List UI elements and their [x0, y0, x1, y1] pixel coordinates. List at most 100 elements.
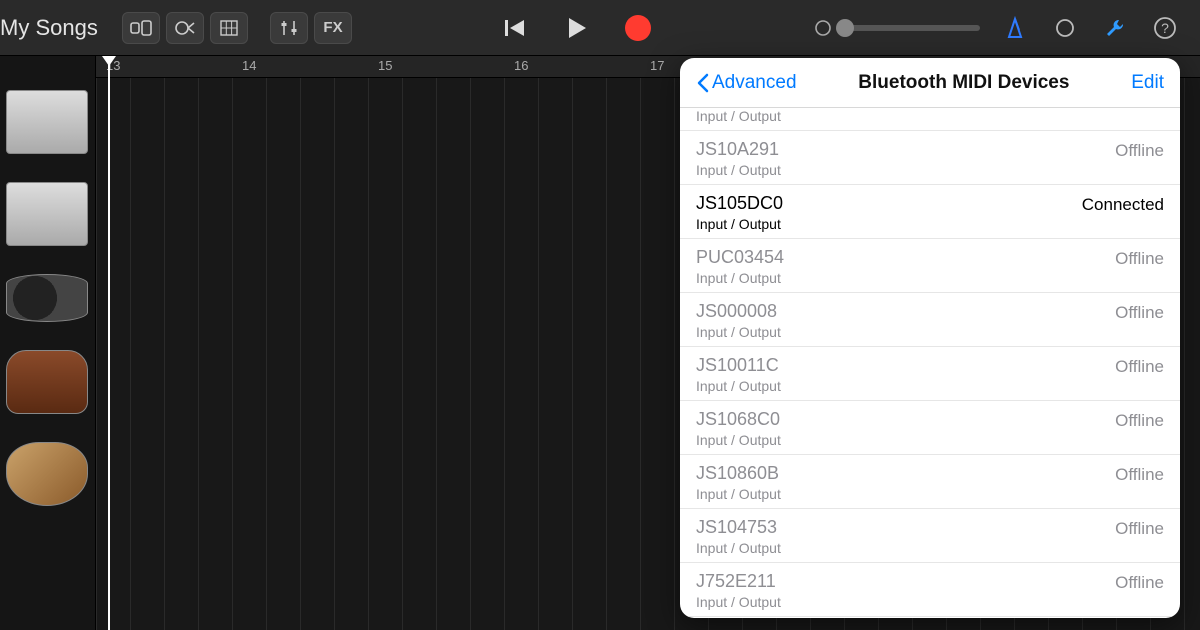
toolbar-right: ? [814, 13, 1194, 43]
help-button[interactable]: ? [1150, 13, 1180, 43]
device-info: Input / Output [696, 108, 781, 124]
grid-button[interactable] [210, 12, 248, 44]
bluetooth-midi-popover: Advanced Bluetooth MIDI Devices Edit Inp… [680, 58, 1180, 618]
device-info: J752E211 Input / Output [696, 571, 781, 610]
songs-title[interactable]: My Songs [0, 15, 100, 41]
device-info: JS10A291 Input / Output [696, 139, 781, 178]
metronome-button[interactable] [1000, 13, 1030, 43]
device-io-label: Input / Output [696, 270, 784, 286]
master-volume[interactable] [814, 19, 980, 37]
device-name: JS10011C [696, 355, 781, 376]
mixer-fx-group: FX [270, 12, 352, 44]
loop-icon [174, 19, 196, 37]
track-list [0, 56, 96, 630]
go-to-start-button[interactable] [492, 6, 536, 50]
ruler-tick: 16 [514, 58, 528, 73]
back-label: Advanced [712, 72, 797, 94]
popover-header: Advanced Bluetooth MIDI Devices Edit [680, 58, 1180, 108]
sliders-icon [279, 19, 299, 37]
track-thumb-drum-machine-2[interactable] [6, 182, 88, 246]
track-thumb-acoustic-guitar[interactable] [6, 442, 88, 506]
device-io-label: Input / Output [696, 594, 781, 610]
view-button-group [122, 12, 248, 44]
fx-button[interactable]: FX [314, 12, 352, 44]
mixer-button[interactable] [270, 12, 308, 44]
device-io-label: Input / Output [696, 540, 781, 556]
device-info: JS1068C0 Input / Output [696, 409, 781, 448]
device-row[interactable]: JS000008 Input / Output Offline [680, 293, 1180, 347]
device-row[interactable]: PUC02DF7Input / Output [680, 617, 1180, 618]
device-info: JS104753 Input / Output [696, 517, 781, 556]
settings-button[interactable] [1100, 13, 1130, 43]
tuning-fork-icon [1054, 17, 1076, 39]
track-thumb-turntable[interactable] [6, 274, 88, 322]
device-row[interactable]: JS10011C Input / Output Offline [680, 347, 1180, 401]
device-row[interactable]: JS105DC0 Input / Output Connected [680, 185, 1180, 239]
record-icon [625, 15, 651, 41]
device-status: Offline [1115, 247, 1164, 269]
tuner-button[interactable] [1050, 13, 1080, 43]
playhead[interactable] [108, 56, 110, 630]
device-info: JS000008 Input / Output [696, 301, 781, 340]
device-io-label: Input / Output [696, 108, 781, 124]
ruler-tick: 17 [650, 58, 664, 73]
record-button[interactable] [616, 6, 660, 50]
device-status: Connected [1082, 193, 1164, 215]
device-row[interactable]: PUC03454 Input / Output Offline [680, 239, 1180, 293]
play-button[interactable] [554, 6, 598, 50]
device-info: PUC03454 Input / Output [696, 247, 784, 286]
top-toolbar: My Songs FX [0, 0, 1200, 56]
popover-title: Bluetooth MIDI Devices [858, 72, 1069, 94]
device-info: JS105DC0 Input / Output [696, 193, 783, 232]
edit-button[interactable]: Edit [1131, 72, 1164, 94]
wrench-icon [1103, 16, 1127, 40]
volume-icon [814, 19, 832, 37]
device-row[interactable]: Input / Output [680, 108, 1180, 131]
skip-back-icon [502, 16, 526, 40]
chevron-left-icon [696, 72, 710, 94]
device-list[interactable]: Input / Output JS10A291 Input / Output Offl… [680, 108, 1180, 618]
svg-text:?: ? [1161, 20, 1169, 36]
device-info: JS10011C Input / Output [696, 355, 781, 394]
transport-controls [492, 6, 660, 50]
device-name: JS105DC0 [696, 193, 783, 214]
device-row[interactable]: JS1068C0 Input / Output Offline [680, 401, 1180, 455]
device-name: PUC03454 [696, 247, 784, 268]
device-io-label: Input / Output [696, 432, 781, 448]
device-io-label: Input / Output [696, 216, 783, 232]
volume-slider-track[interactable] [840, 25, 980, 31]
device-io-label: Input / Output [696, 378, 781, 394]
device-row[interactable]: JS104753 Input / Output Offline [680, 509, 1180, 563]
device-status: Offline [1115, 517, 1164, 539]
track-thumb-congas[interactable] [6, 350, 88, 414]
device-status: Offline [1115, 355, 1164, 377]
device-name: JS10860B [696, 463, 781, 484]
volume-slider-knob[interactable] [836, 19, 854, 37]
help-icon: ? [1153, 16, 1177, 40]
play-icon [563, 15, 589, 41]
metronome-icon [1003, 16, 1027, 40]
device-name: JS1068C0 [696, 409, 781, 430]
device-info: JS10860B Input / Output [696, 463, 781, 502]
device-io-label: Input / Output [696, 162, 781, 178]
device-row[interactable]: JS10860B Input / Output Offline [680, 455, 1180, 509]
track-thumb-drum-machine-1[interactable] [6, 90, 88, 154]
device-status: Offline [1115, 463, 1164, 485]
device-status: Offline [1115, 409, 1164, 431]
ruler-tick: 14 [242, 58, 256, 73]
device-name: J752E211 [696, 571, 781, 592]
loop-browser-button[interactable] [166, 12, 204, 44]
ruler-tick: 15 [378, 58, 392, 73]
grid-icon [220, 20, 238, 36]
device-name: JS104753 [696, 517, 781, 538]
device-io-label: Input / Output [696, 324, 781, 340]
device-status: Offline [1115, 301, 1164, 323]
device-io-label: Input / Output [696, 486, 781, 502]
device-row[interactable]: JS10A291 Input / Output Offline [680, 131, 1180, 185]
back-button[interactable]: Advanced [696, 72, 797, 94]
track-view-button[interactable] [122, 12, 160, 44]
device-row[interactable]: J752E211Input / OutputOffline [680, 563, 1180, 617]
device-status: Offline [1115, 139, 1164, 161]
device-name: JS10A291 [696, 139, 781, 160]
device-name: JS000008 [696, 301, 781, 322]
